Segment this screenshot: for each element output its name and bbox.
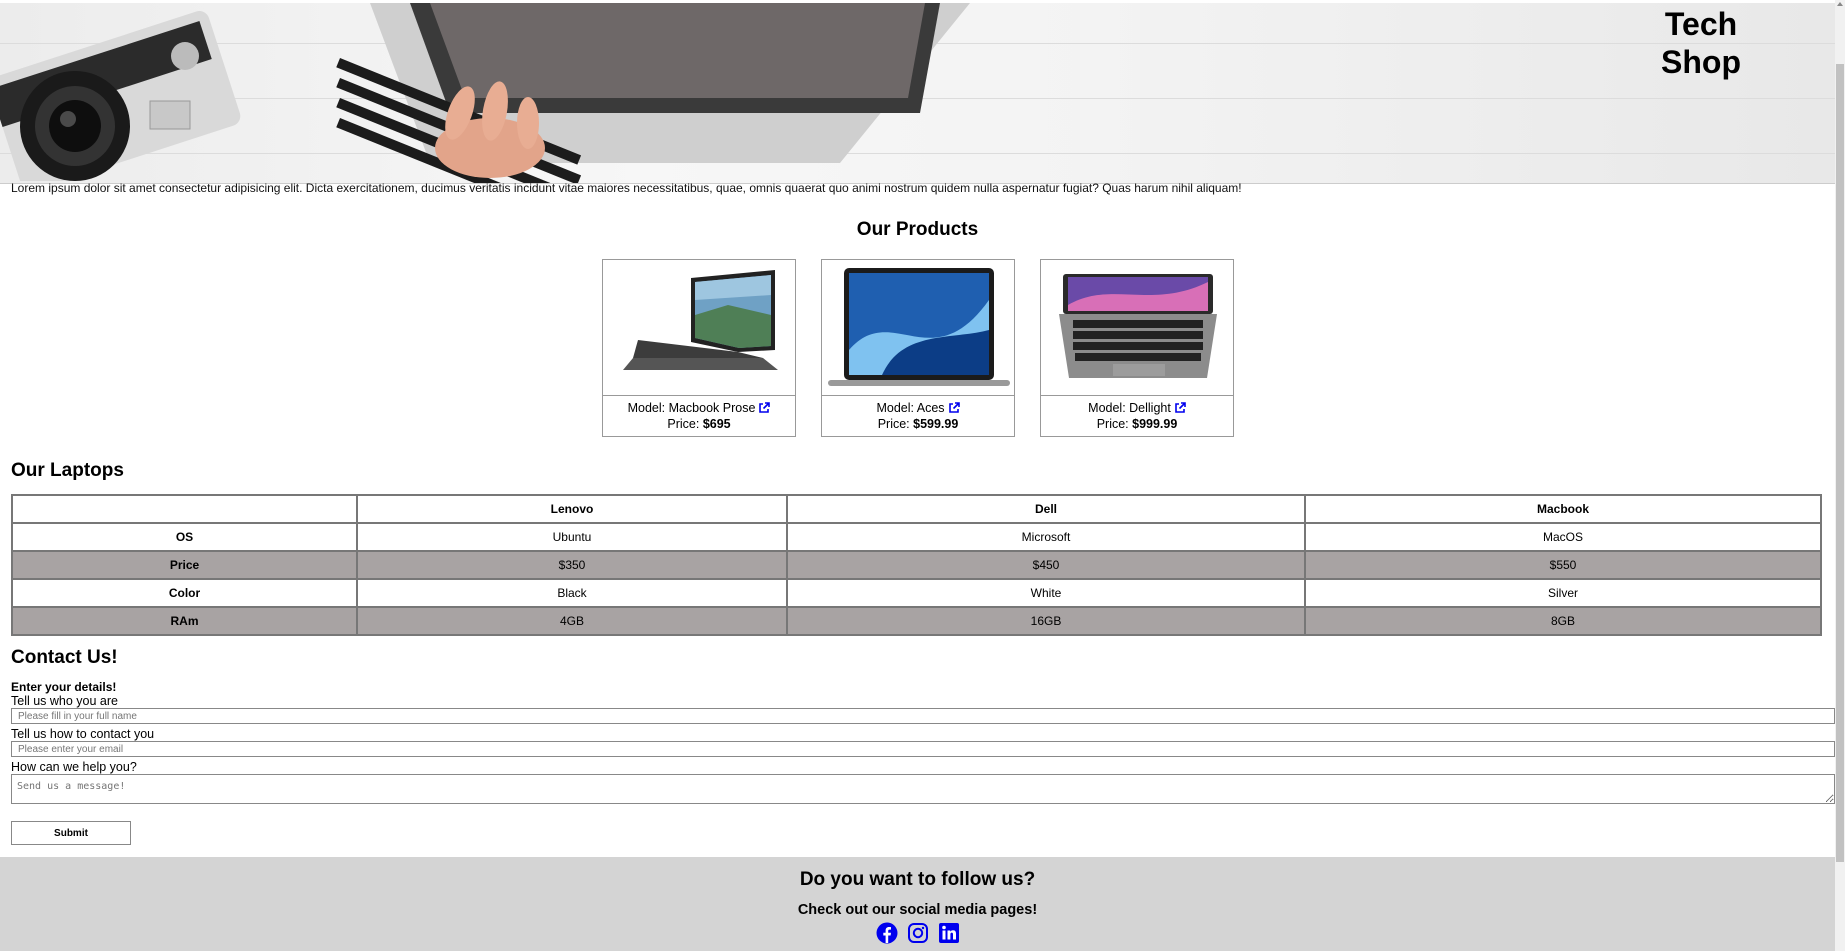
table-cell: $450 (786, 550, 1306, 580)
table-cell: $350 (356, 550, 788, 580)
product-cards: Model: Macbook Prose Price: $695 Model: … (602, 259, 1234, 437)
price-label: Price: (877, 417, 910, 431)
table-cell: White (786, 578, 1306, 608)
submit-button[interactable]: Submit (11, 821, 131, 845)
table-header-cell (11, 494, 358, 524)
table-row: Color Black White Silver (11, 578, 1822, 608)
product-model: Model: Macbook Prose (627, 401, 756, 415)
table-cell: 4GB (356, 606, 788, 636)
table-cell: Black (356, 578, 788, 608)
footer-subtitle: Check out our social media pages! (797, 902, 1038, 918)
table-cell: Ubuntu (356, 522, 788, 552)
table-cell: $550 (1304, 550, 1822, 580)
social-links (0, 922, 1835, 944)
vertical-scrollbar[interactable] (1835, 0, 1845, 951)
table-row: OS Ubuntu Microsoft MacOS (11, 522, 1822, 552)
table-header-cell: Dell (786, 494, 1306, 524)
laptop-keyboard-image (336, 3, 970, 183)
laptops-heading: Our Laptops (11, 460, 124, 481)
contact-heading: Contact Us! (11, 647, 118, 668)
footer-title: Do you want to follow us? (799, 869, 1036, 890)
table-cell: 8GB (1304, 606, 1822, 636)
product-model: Model: Dellight (1088, 401, 1171, 415)
message-field[interactable] (11, 774, 1835, 804)
contact-form: Enter your details! Tell us who you are … (11, 680, 1835, 804)
price-label: Price: (667, 417, 700, 431)
site-title-line1: Tech (1664, 6, 1738, 42)
table-header-cell: Lenovo (356, 494, 788, 524)
row-label: Price (11, 550, 358, 580)
message-label: How can we help you? (11, 760, 137, 774)
email-label: Tell us how to contact you (11, 727, 155, 741)
site-title-line2: Shop (1661, 44, 1741, 80)
products-heading: Our Products (856, 219, 979, 240)
row-label: Color (11, 578, 358, 608)
scrollbar-thumb[interactable] (1836, 64, 1844, 862)
external-link-icon[interactable] (948, 402, 960, 417)
camera-image (0, 11, 241, 181)
table-cell: MacOS (1304, 522, 1822, 552)
form-subtitle: Enter your details! (11, 680, 117, 694)
scroll-up-arrow-icon[interactable] (1837, 2, 1843, 6)
facebook-icon[interactable] (876, 922, 898, 944)
page: Tech Shop Lorem ipsum dolor sit amet con… (0, 0, 1835, 951)
product-card[interactable]: Model: Dellight Price: $999.99 (1040, 259, 1234, 437)
product-card[interactable]: Model: Aces Price: $599.99 (821, 259, 1015, 437)
instagram-icon[interactable] (907, 922, 929, 944)
product-card[interactable]: Model: Macbook Prose Price: $695 (602, 259, 796, 437)
laptop-comparison-table: Lenovo Dell Macbook OS Ubuntu Microsoft … (11, 494, 1822, 636)
table-header-row: Lenovo Dell Macbook (11, 494, 1822, 524)
table-header-cell: Macbook (1304, 494, 1822, 524)
hero-banner: Tech Shop (0, 3, 1835, 184)
row-label: OS (11, 522, 358, 552)
table-cell: 16GB (786, 606, 1306, 636)
table-row: RAm 4GB 16GB 8GB (11, 606, 1822, 636)
external-link-icon[interactable] (758, 402, 771, 417)
external-link-icon[interactable] (1174, 402, 1186, 417)
table-cell: Microsoft (786, 522, 1306, 552)
table-row: Price $350 $450 $550 (11, 550, 1822, 580)
product-price: $599.99 (913, 417, 959, 431)
table-cell: Silver (1304, 578, 1822, 608)
product-image (603, 260, 795, 396)
product-price: $695 (702, 417, 731, 431)
product-price: $999.99 (1132, 417, 1178, 431)
site-title: Tech Shop (1661, 5, 1741, 81)
name-label: Tell us who you are (11, 694, 119, 708)
product-model: Model: Aces (876, 401, 945, 415)
price-label: Price: (1096, 417, 1129, 431)
product-image (1041, 260, 1233, 396)
row-label: RAm (11, 606, 358, 636)
linkedin-icon[interactable] (938, 922, 960, 944)
intro-text: Lorem ipsum dolor sit amet consectetur a… (11, 181, 1242, 195)
email-field[interactable] (11, 741, 1835, 757)
product-image (822, 260, 1014, 396)
name-field[interactable] (11, 708, 1835, 724)
footer: Do you want to follow us? Check out our … (0, 857, 1835, 951)
